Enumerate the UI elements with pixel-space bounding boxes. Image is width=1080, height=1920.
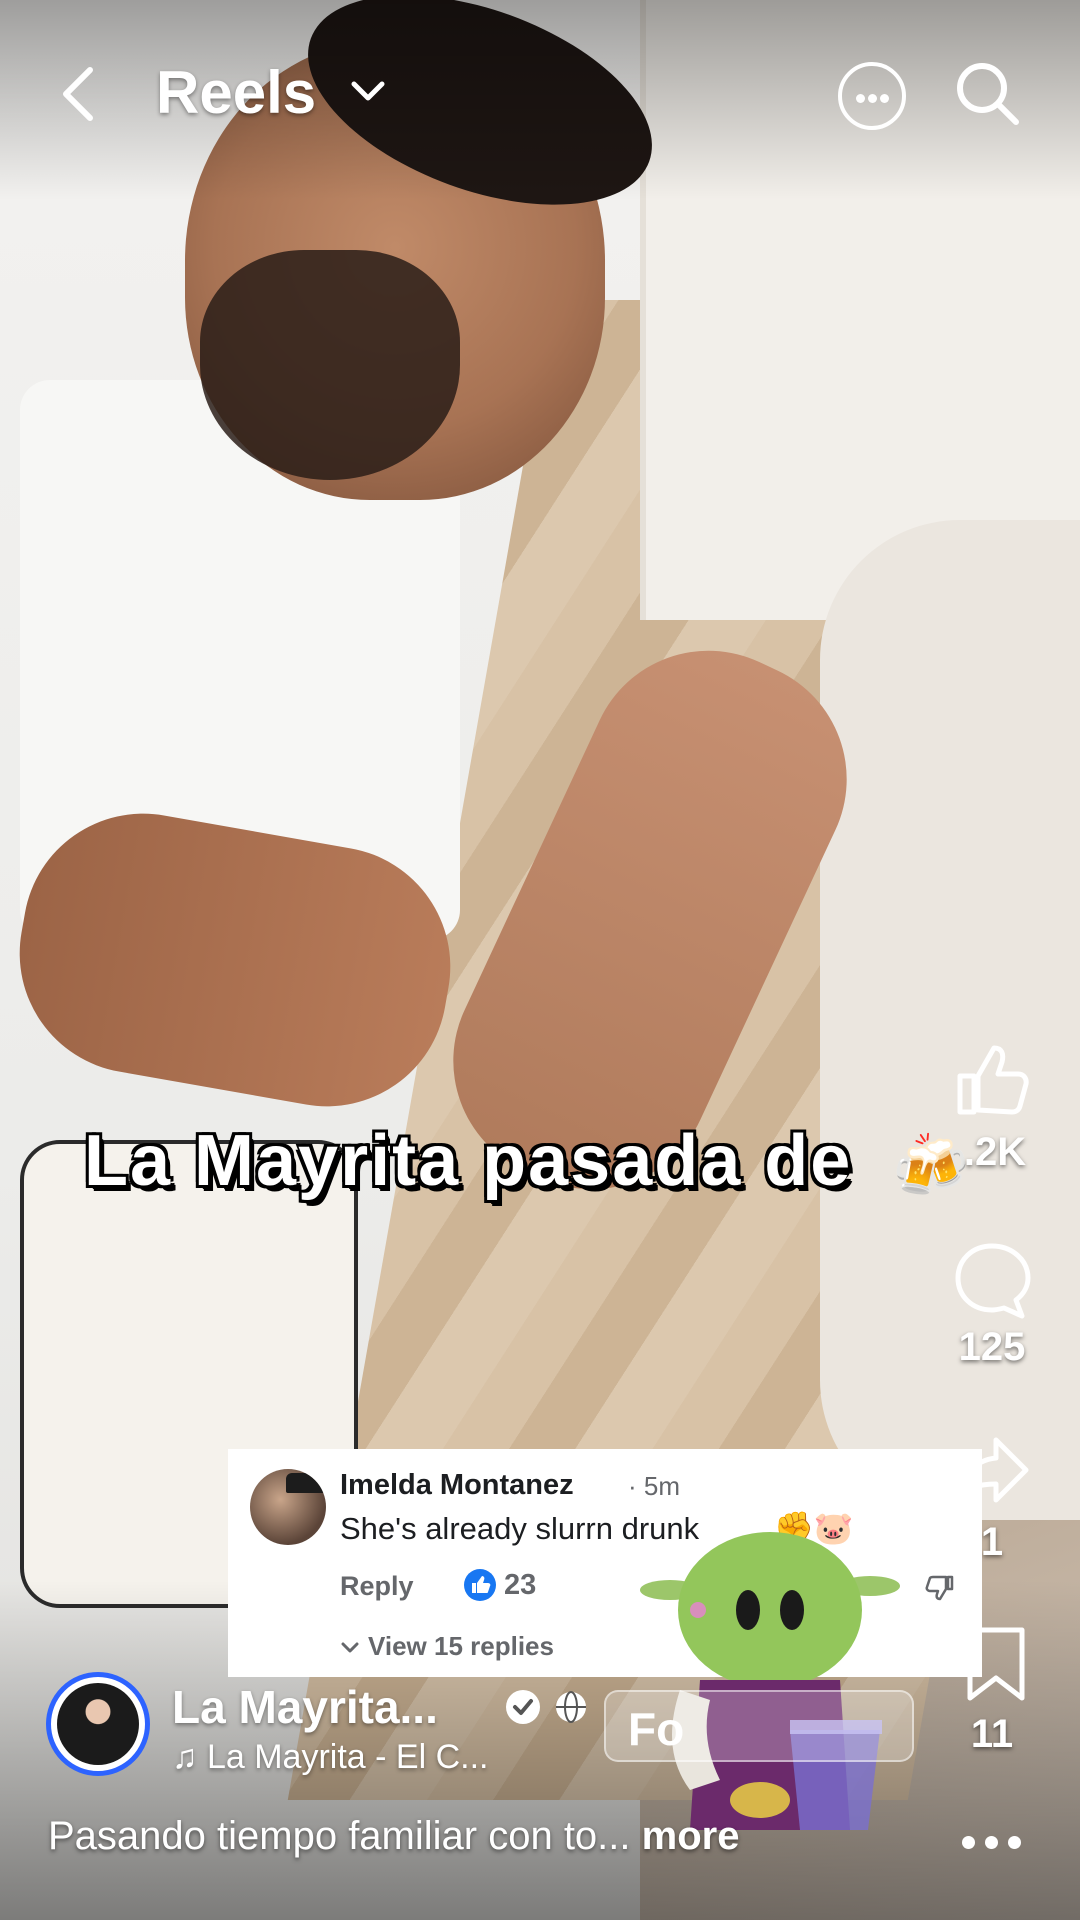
more-options-icon[interactable] xyxy=(962,1836,1022,1850)
video-text-overlay: La Mayrita pasada de xyxy=(84,1121,853,1201)
like-icon[interactable] xyxy=(952,1040,1032,1120)
thumbs-down-icon[interactable] xyxy=(922,1571,956,1605)
puppet-sticker-image xyxy=(640,1530,920,1830)
see-more-link[interactable]: more xyxy=(642,1814,740,1858)
reel-description[interactable]: Pasando tiempo familiar con to... more xyxy=(48,1814,739,1859)
more-circle-icon[interactable] xyxy=(838,62,906,130)
save-count: 11 xyxy=(970,1712,1014,1756)
comment-author[interactable]: Imelda Montanez xyxy=(340,1469,574,1502)
reel-video[interactable]: Reels La Mayrita pasada de 🍻 .2K 125 1 1… xyxy=(0,0,1080,1920)
commenter-avatar[interactable] xyxy=(250,1469,326,1545)
follow-label: Fo xyxy=(628,1703,685,1755)
chevron-down-icon[interactable] xyxy=(350,78,386,104)
woman-shirt-shape xyxy=(820,520,1080,1520)
globe-icon xyxy=(554,1690,588,1724)
thumbs-up-badge-icon xyxy=(464,1569,496,1601)
comment-icon[interactable] xyxy=(952,1240,1032,1320)
audio-track[interactable]: ♫ La Mayrita - El C... xyxy=(172,1738,488,1777)
search-icon[interactable] xyxy=(954,60,1020,126)
comment-count: 125 xyxy=(958,1325,1026,1369)
comment-time: · 5m xyxy=(628,1471,680,1501)
comment-like-count: 23 xyxy=(504,1569,537,1601)
profile-picture xyxy=(57,1683,139,1765)
music-note-icon: ♫ xyxy=(172,1738,207,1776)
audio-track-label: La Mayrita - El C... xyxy=(206,1738,489,1776)
man-beard-shape xyxy=(200,250,460,480)
view-replies-link[interactable]: View 15 replies xyxy=(340,1631,554,1662)
view-replies-label: View 15 replies xyxy=(368,1631,554,1661)
avatar[interactable] xyxy=(46,1672,150,1776)
verified-badge-icon xyxy=(506,1690,540,1724)
reply-button[interactable]: Reply xyxy=(340,1571,414,1602)
page-title[interactable]: Reels xyxy=(156,58,316,127)
follow-button[interactable]: Fo xyxy=(604,1690,914,1762)
back-arrow-icon[interactable] xyxy=(56,64,104,124)
chevron-down-icon xyxy=(340,1631,360,1662)
like-count: .2K xyxy=(963,1130,1027,1174)
description-text: Pasando tiempo familiar con to... xyxy=(48,1814,631,1858)
account-name[interactable]: La Mayrita... xyxy=(172,1680,438,1734)
